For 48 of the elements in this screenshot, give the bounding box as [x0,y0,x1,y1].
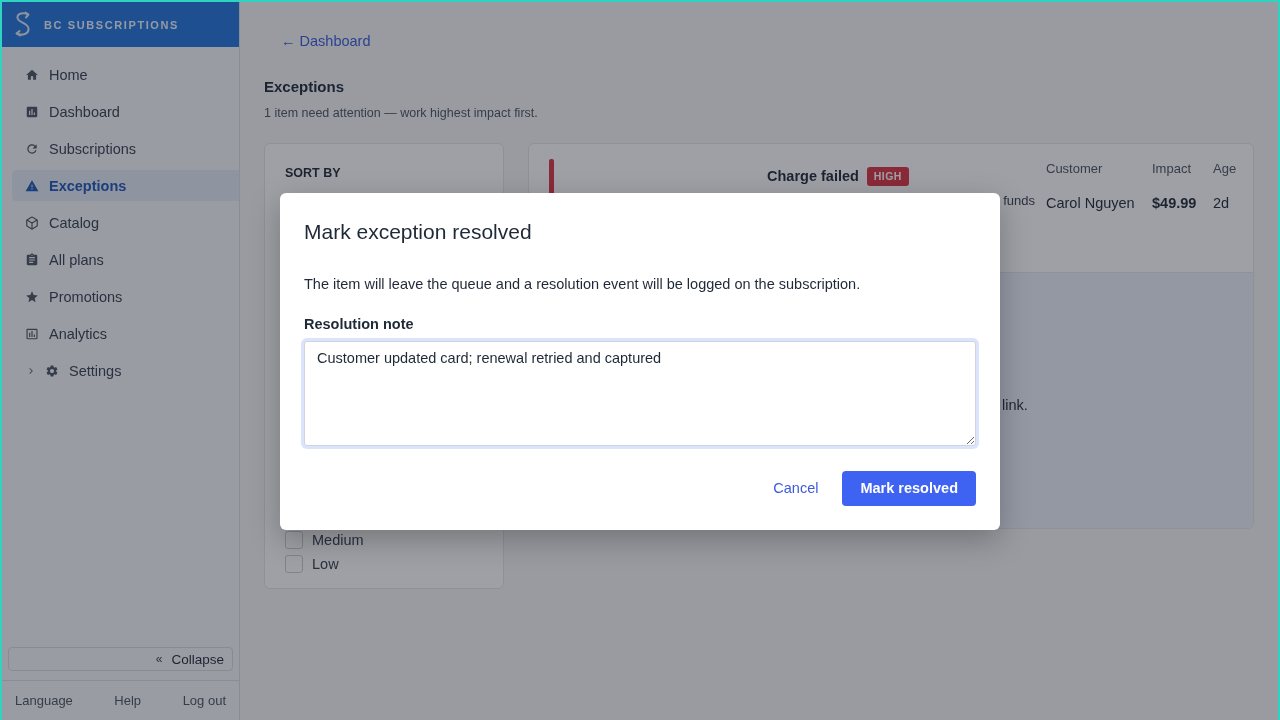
nav-item[interactable]: Analytics [12,318,239,349]
resolution-note-field[interactable]: Customer updated card; renewal retried and captured [304,340,976,446]
settings-icon [45,363,59,378]
nav-item[interactable]: Promotions [12,281,239,312]
nav-item[interactable]: Home [12,59,239,90]
double-chevron-icon: « [155,652,163,666]
detail-text: link. [1002,397,1028,413]
collapse-button[interactable]: « Collapse [8,647,233,671]
nav-item[interactable]: Exceptions [12,170,239,201]
nav-item[interactable]: Dashboard [12,96,239,127]
page-title: Exceptions [264,77,345,97]
column-header: Impact [1152,161,1192,177]
modal-title: Mark exception resolved [304,218,532,245]
option-label: Low [312,556,339,572]
table-cell: $49.99 [1152,194,1197,212]
checkbox[interactable] [285,555,303,573]
back-link[interactable]: ← Dashboard [281,32,371,50]
severity-badge: HIGH [866,166,909,186]
exception-title: Charge failed [767,168,859,184]
bar-chart-icon [25,104,39,119]
nav-item[interactable]: Catalog [12,207,239,238]
brand-name: BC SUBSCRIPTIONS [44,18,179,31]
footer-link[interactable]: Language [15,693,73,708]
star-icon [25,289,39,304]
warning-icon [25,178,39,193]
modal-description: The item will leave the queue and a resolution event will be logged on the subscription. [304,274,861,294]
cancel-button[interactable]: Cancel [761,470,831,506]
option-label: Medium [312,532,364,548]
filter-heading: SORT BY [285,165,342,181]
footer-link[interactable]: Log out [182,693,226,708]
field-label: Resolution note [304,314,414,333]
checkbox[interactable] [285,531,303,549]
refresh-icon [25,141,39,156]
mark-resolved-button[interactable]: Mark resolved [842,470,976,506]
page-subtitle: 1 item need attention — work highest impact first. [264,105,538,121]
nav-item[interactable]: Subscriptions [12,133,239,164]
home-icon [25,67,39,82]
table-cell-text: 2d [1213,194,1231,212]
column-header: Age [1213,161,1238,177]
clipboard-icon [25,252,39,267]
nav-item[interactable]: Settings [12,355,239,386]
footer-link[interactable]: Help [114,693,142,708]
chart-icon [25,326,39,341]
table-cell: Carol Nguyen [1046,194,1136,212]
cube-icon [25,215,39,230]
nav-item[interactable]: All plans [12,244,239,275]
reason-text: funds [1003,192,1035,210]
column-header: Customer [1046,161,1104,177]
